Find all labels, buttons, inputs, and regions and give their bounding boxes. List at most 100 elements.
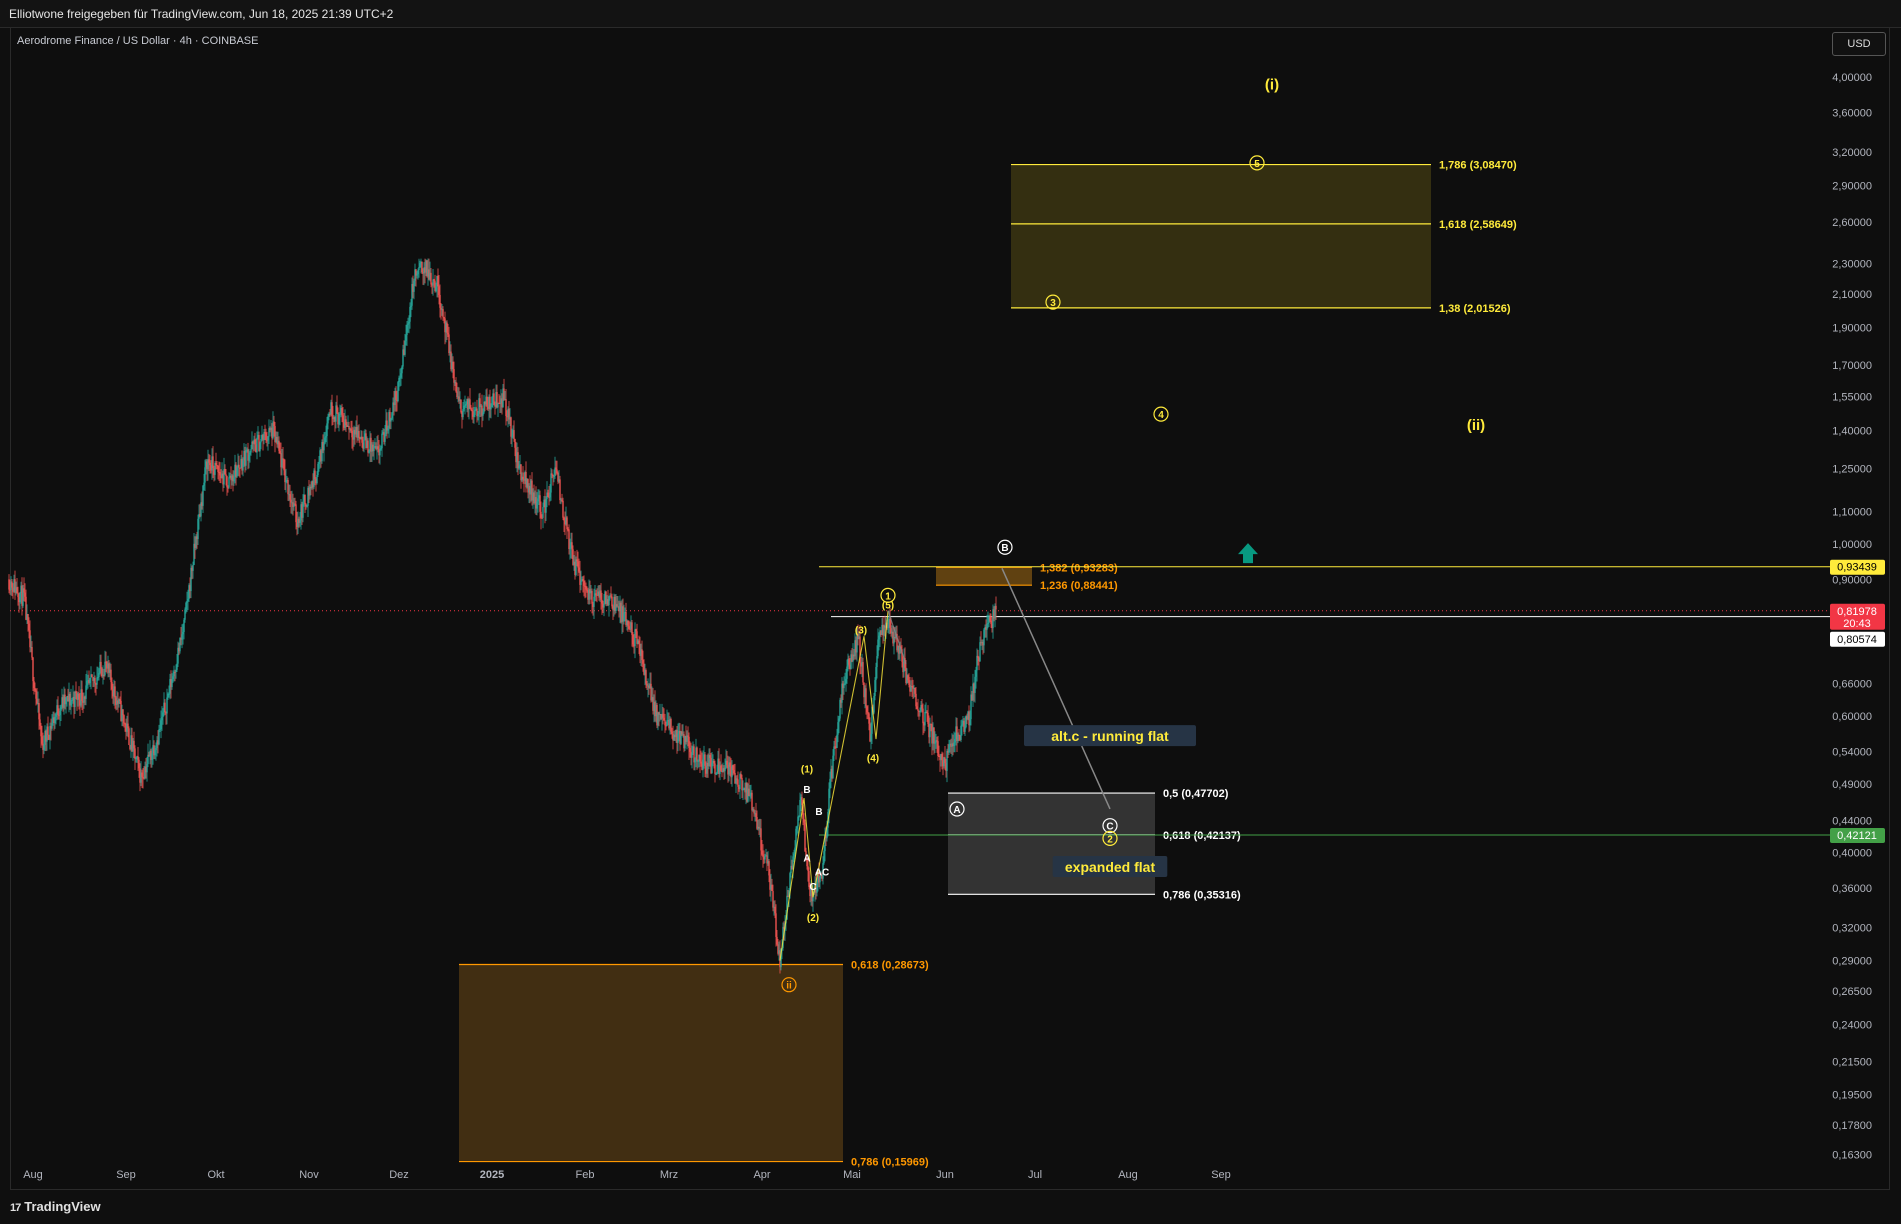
candle-body xyxy=(593,596,595,607)
candle-body xyxy=(212,456,214,469)
candle-body xyxy=(582,579,584,581)
candle-body xyxy=(740,774,742,778)
candle-body xyxy=(917,709,919,711)
candle-body xyxy=(166,697,168,714)
candle-body xyxy=(159,729,161,731)
candle-body xyxy=(755,813,757,818)
price-chart[interactable]: 1,786 (3,08470) 1,618 (2,58649) 1,38 (2,01… xyxy=(0,0,1901,1224)
annotation-label: alt.c - running flat xyxy=(1051,728,1169,744)
candle-body xyxy=(114,686,116,698)
fib-zone xyxy=(459,964,843,1162)
candle-body xyxy=(323,443,325,451)
candle-body xyxy=(155,748,157,750)
candle-body xyxy=(628,626,630,629)
candle-body xyxy=(844,683,846,685)
candle-body xyxy=(664,720,666,726)
candle-body xyxy=(709,755,711,758)
tradingview-logo[interactable]: 17 TradingView xyxy=(10,1199,101,1214)
candle-body xyxy=(161,717,163,721)
y-tick-label: 0,19500 xyxy=(1832,1089,1872,1101)
candle-body xyxy=(351,430,353,438)
candle-body xyxy=(611,596,613,607)
price-tag-label: 0,42121 xyxy=(1837,830,1877,842)
candle-body xyxy=(184,609,186,620)
symbol-title[interactable]: Aerodrome Finance / US Dollar · 4h · COI… xyxy=(17,35,258,47)
candle-body xyxy=(281,458,283,468)
tradingview-logo-text: TradingView xyxy=(24,1199,101,1214)
candle-body xyxy=(238,464,240,468)
candle-body xyxy=(345,419,347,426)
candle-body xyxy=(600,590,602,600)
candle-body xyxy=(995,605,997,610)
candle-body xyxy=(266,440,268,442)
candle-body xyxy=(887,627,889,629)
candle-body xyxy=(623,612,625,622)
wave-label: (4) xyxy=(867,754,879,765)
y-tick-label: 3,20000 xyxy=(1832,147,1872,159)
wave-label: (i) xyxy=(1265,77,1279,94)
candle-body xyxy=(776,936,778,945)
candle-body xyxy=(575,559,577,575)
y-tick-label: 0,21500 xyxy=(1832,1056,1872,1068)
candle-body xyxy=(416,274,418,276)
candle-body xyxy=(406,324,408,336)
y-tick-label: 0,40000 xyxy=(1832,847,1872,859)
currency-button[interactable]: USD xyxy=(1832,32,1886,56)
candle-body xyxy=(555,467,557,470)
candle-body xyxy=(843,684,845,689)
candle-body xyxy=(726,760,728,765)
candle-body xyxy=(54,716,56,724)
candle-body xyxy=(8,579,10,590)
candle-body xyxy=(202,485,204,506)
annotation-label: expanded flat xyxy=(1065,859,1156,875)
fib-zone xyxy=(948,793,1155,895)
candle-body xyxy=(724,767,726,772)
candle-body xyxy=(421,261,423,273)
candle-body xyxy=(384,434,386,442)
candle-body xyxy=(236,467,238,477)
candle-body xyxy=(832,755,834,778)
candle-body xyxy=(803,818,805,823)
x-tick-label: Apr xyxy=(753,1169,770,1181)
candle-body xyxy=(828,788,830,812)
candle-body xyxy=(203,482,205,486)
fib-level-label: 1,618 (2,58649) xyxy=(1439,219,1517,231)
x-tick-label: Dez xyxy=(389,1169,409,1181)
candle-body xyxy=(273,421,275,427)
candle-body xyxy=(772,891,774,908)
y-tick-label: 0,24000 xyxy=(1832,1019,1872,1031)
candle-body xyxy=(350,428,352,431)
candle-body xyxy=(915,693,917,707)
x-tick-label: Aug xyxy=(23,1169,43,1181)
candle-body xyxy=(566,517,568,530)
candle-body xyxy=(801,797,803,806)
y-tick-label: 0,44000 xyxy=(1832,815,1872,827)
projection-line xyxy=(1001,567,1111,810)
candle-body xyxy=(671,731,673,734)
candle-body xyxy=(413,280,415,292)
candle-body xyxy=(59,710,61,716)
candle-body xyxy=(627,620,629,627)
candle-body xyxy=(610,595,612,597)
candle-body xyxy=(946,750,948,771)
candle-body xyxy=(71,700,73,702)
candle-body xyxy=(119,699,121,701)
candle-body xyxy=(31,647,33,658)
candle-body xyxy=(975,670,977,677)
candle-body xyxy=(325,436,327,438)
wave-label: B xyxy=(1001,543,1008,554)
candle-body xyxy=(511,436,513,438)
candle-body xyxy=(845,678,847,684)
candle-body xyxy=(513,430,515,439)
candle-body xyxy=(217,465,219,472)
candle-body xyxy=(75,691,77,694)
candle-body xyxy=(493,393,495,405)
candle-body xyxy=(34,687,36,691)
y-tick-label: 0,54000 xyxy=(1832,746,1872,758)
candle-body xyxy=(713,760,715,764)
candle-body xyxy=(86,680,88,686)
candle-body xyxy=(401,366,403,374)
wave-label: 5 xyxy=(1254,159,1260,170)
x-tick-label: Okt xyxy=(207,1169,224,1181)
candle-body xyxy=(289,494,291,500)
